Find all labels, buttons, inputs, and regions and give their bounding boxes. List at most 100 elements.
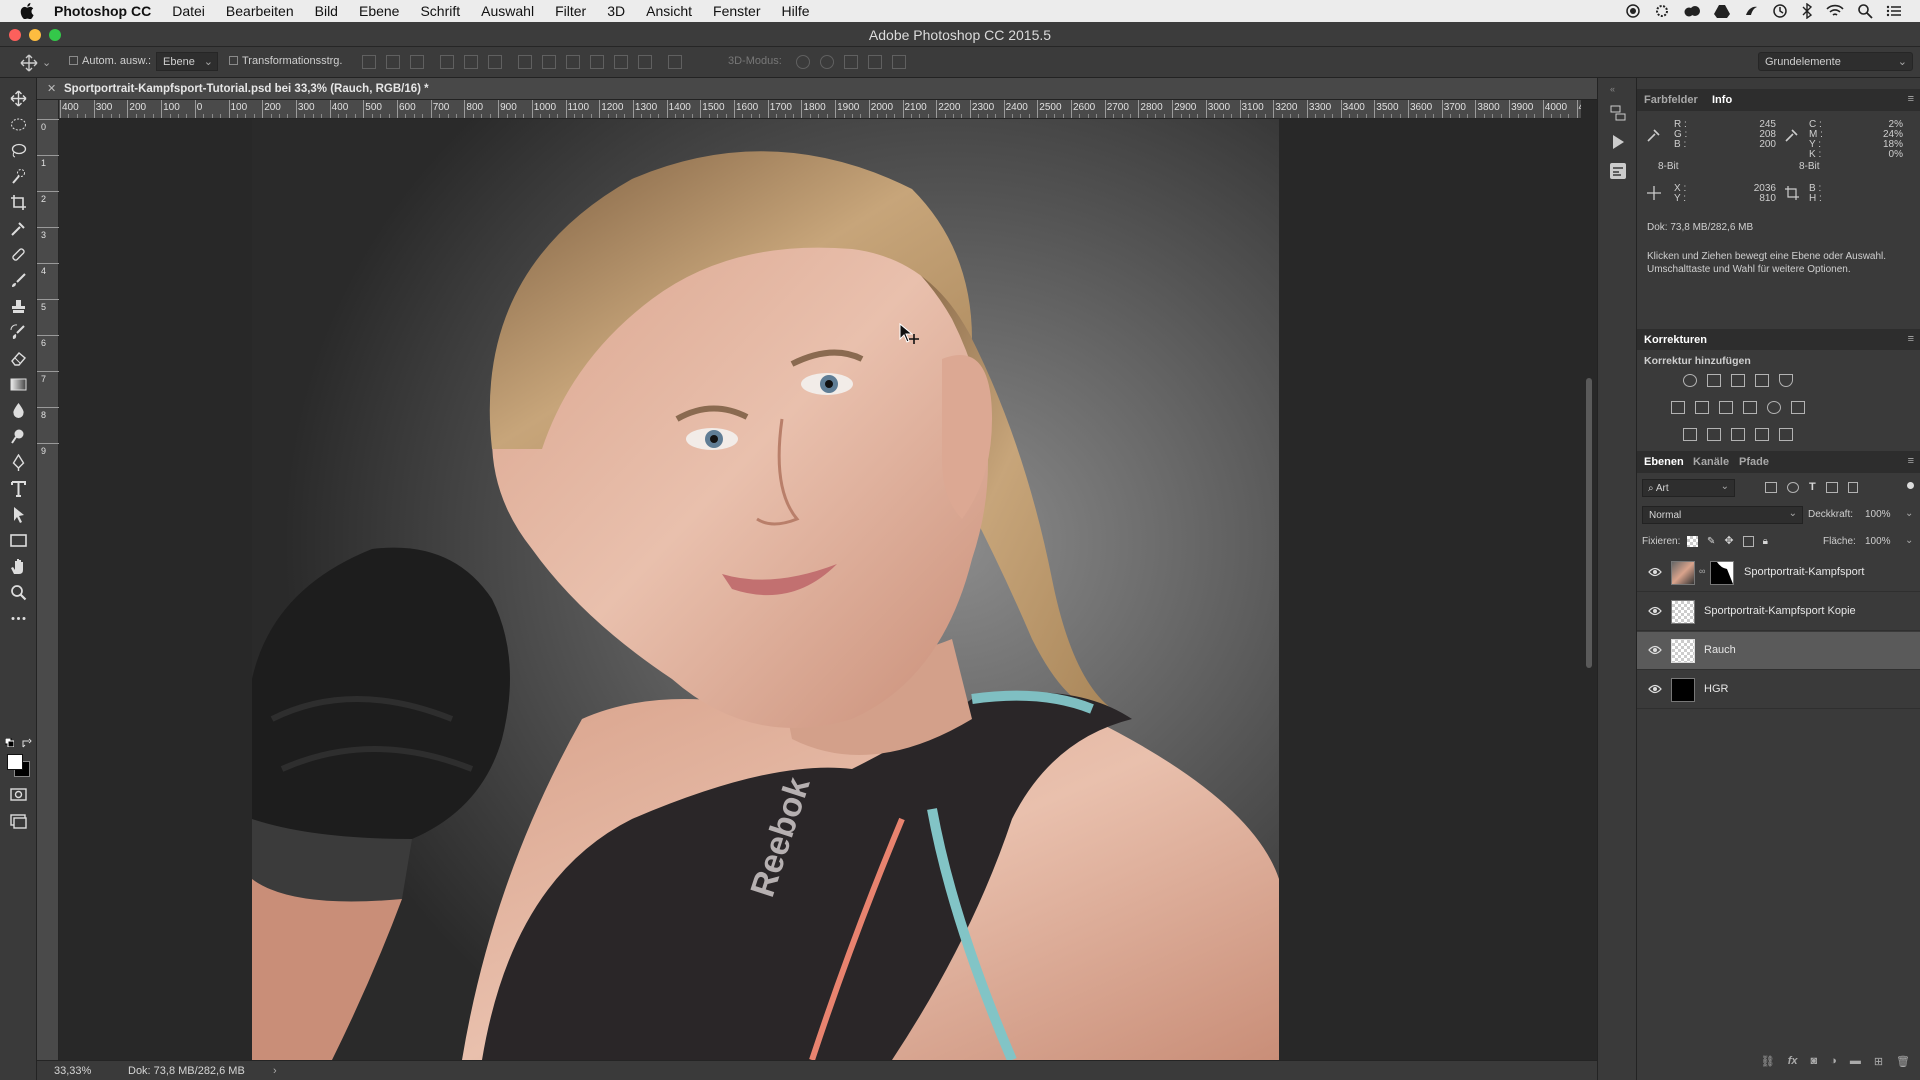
document-tab[interactable]: ✕ Sportportrait-Kampfsport-Tutorial.psd …: [37, 78, 1597, 100]
collapse-dock-icon[interactable]: «: [1610, 84, 1615, 94]
eyedropper-readout-icon[interactable]: [1647, 128, 1661, 142]
roll-3d-icon[interactable]: [820, 55, 834, 69]
wifi-icon[interactable]: [1826, 3, 1844, 19]
channel-mixer-icon[interactable]: [1767, 401, 1781, 414]
sync-icon[interactable]: [1743, 3, 1759, 19]
history-panel-icon[interactable]: [1610, 105, 1626, 121]
panel-menu-icon[interactable]: ≡: [1908, 333, 1914, 345]
brightness-contrast-icon[interactable]: [1683, 374, 1697, 387]
chevron-down-icon[interactable]: ⌄: [1905, 535, 1913, 546]
tab-ebenen[interactable]: Ebenen: [1644, 456, 1684, 468]
healing-brush-tool-icon[interactable]: [9, 245, 28, 264]
menu-schrift[interactable]: Schrift: [420, 3, 460, 19]
properties-panel-icon[interactable]: [1609, 162, 1627, 180]
filter-adjustment-icon[interactable]: [1787, 482, 1799, 493]
curves-icon[interactable]: [1731, 374, 1745, 387]
close-document-icon[interactable]: ✕: [47, 82, 56, 95]
link-layers-icon[interactable]: ⛓︎: [1761, 1055, 1775, 1068]
lock-position-icon[interactable]: ✥: [1724, 536, 1733, 547]
creative-cloud-icon[interactable]: [1683, 3, 1701, 19]
layer-row-selected[interactable]: Rauch: [1637, 632, 1920, 670]
new-group-icon[interactable]: ▬: [1850, 1055, 1861, 1067]
layer-name[interactable]: Sportportrait-Kampfsport Kopie: [1704, 605, 1856, 617]
panel-menu-icon[interactable]: ≡: [1908, 93, 1914, 105]
gradient-map-icon[interactable]: [1779, 428, 1793, 441]
threshold-icon[interactable]: [1731, 428, 1745, 441]
layer-name[interactable]: HGR: [1704, 683, 1728, 695]
menu-auswahl[interactable]: Auswahl: [481, 3, 534, 19]
vertical-scrollbar[interactable]: [1586, 378, 1592, 668]
panel-menu-icon[interactable]: ≡: [1908, 455, 1914, 467]
brush-tool-icon[interactable]: [9, 271, 28, 290]
color-balance-icon[interactable]: [1695, 401, 1709, 414]
status-menu-arrow[interactable]: ›: [273, 1065, 277, 1077]
menu-ebene[interactable]: Ebene: [359, 3, 399, 19]
marquee-tool-icon[interactable]: [9, 115, 28, 134]
align-hcenter-icon[interactable]: [464, 55, 478, 69]
menu-fenster[interactable]: Fenster: [713, 3, 760, 19]
apple-icon[interactable]: [20, 3, 40, 19]
drive-icon[interactable]: [1714, 3, 1730, 19]
rectangle-tool-icon[interactable]: [9, 531, 28, 550]
distribute-vcenter-icon[interactable]: [542, 55, 556, 69]
type-tool-icon[interactable]: [9, 479, 28, 498]
horizontal-ruler[interactable]: 400 300 200 100 0 100 200 300 400 500 600 700 800 900…: [59, 100, 1581, 119]
visibility-eye-icon[interactable]: [1648, 645, 1662, 655]
layer-mask-thumbnail[interactable]: [1710, 561, 1734, 585]
distribute-bottom-icon[interactable]: [566, 55, 580, 69]
transform-controls-checkbox[interactable]: Transformationsstrg.: [229, 55, 342, 67]
filter-smartobject-icon[interactable]: [1847, 482, 1858, 493]
align-right-icon[interactable]: [488, 55, 502, 69]
filter-pixel-icon[interactable]: [1765, 482, 1777, 493]
menu-filter[interactable]: Filter: [555, 3, 586, 19]
new-layer-icon[interactable]: ⊞: [1874, 1055, 1883, 1068]
black-white-icon[interactable]: [1719, 401, 1733, 414]
canvas-area[interactable]: Reebok: [59, 119, 1581, 1060]
record-icon[interactable]: [1625, 3, 1641, 19]
distribute-top-icon[interactable]: [518, 55, 532, 69]
menu-app-name[interactable]: Photoshop CC: [54, 3, 151, 19]
adjustments-title[interactable]: Korrekturen: [1644, 334, 1707, 346]
distribute-hcenter-icon[interactable]: [614, 55, 628, 69]
exposure-icon[interactable]: [1755, 374, 1769, 387]
trash-icon[interactable]: 🗑︎: [1896, 1055, 1910, 1068]
align-bottom-icon[interactable]: [410, 55, 424, 69]
crop-tool-icon[interactable]: [9, 193, 28, 212]
auto-select-checkbox[interactable]: Autom. ausw.:: [69, 55, 151, 67]
blur-tool-icon[interactable]: [9, 401, 28, 420]
align-top-icon[interactable]: [362, 55, 376, 69]
distribute-right-icon[interactable]: [638, 55, 652, 69]
levels-icon[interactable]: [1707, 374, 1721, 387]
screen-mode-icon[interactable]: [9, 811, 28, 830]
hue-saturation-icon[interactable]: [1671, 401, 1685, 414]
tab-farbfelder[interactable]: Farbfelder: [1644, 94, 1698, 106]
opacity-value[interactable]: 100%: [1865, 509, 1891, 520]
visibility-eye-icon[interactable]: [1648, 567, 1662, 577]
tab-info[interactable]: Info: [1712, 94, 1732, 106]
notification-center-icon[interactable]: [1886, 3, 1902, 19]
selective-color-icon[interactable]: [1755, 428, 1769, 441]
fx-icon[interactable]: fx: [1788, 1055, 1798, 1067]
lasso-tool-icon[interactable]: [9, 141, 28, 160]
swap-colors-icon[interactable]: [22, 738, 32, 748]
fill-value[interactable]: 100%: [1865, 536, 1891, 547]
more-tools-icon[interactable]: [9, 609, 28, 628]
path-selection-tool-icon[interactable]: [9, 505, 28, 524]
layer-row[interactable]: Sportportrait-Kampfsport Kopie: [1637, 593, 1920, 631]
workspace-dropdown[interactable]: Grundelemente ⌄: [1758, 52, 1913, 71]
spotlight-search-icon[interactable]: [1857, 3, 1873, 19]
new-adjustment-layer-icon[interactable]: ◑: [1830, 1055, 1837, 1067]
zoom-level[interactable]: 33,33%: [54, 1065, 91, 1077]
visibility-eye-icon[interactable]: [1648, 606, 1662, 616]
move-tool-icon[interactable]: [9, 89, 28, 108]
align-vcenter-icon[interactable]: [386, 55, 400, 69]
pen-tool-icon[interactable]: [9, 453, 28, 472]
layer-row[interactable]: ∞ Sportportrait-Kampfsport: [1637, 554, 1920, 592]
menu-datei[interactable]: Datei: [172, 3, 205, 19]
invert-icon[interactable]: [1683, 428, 1697, 441]
menu-hilfe[interactable]: Hilfe: [782, 3, 810, 19]
lock-transparency-icon[interactable]: [1687, 536, 1698, 547]
tab-pfade[interactable]: Pfade: [1739, 456, 1769, 468]
document-image[interactable]: Reebok: [252, 119, 1279, 1060]
history-brush-tool-icon[interactable]: [9, 323, 28, 342]
